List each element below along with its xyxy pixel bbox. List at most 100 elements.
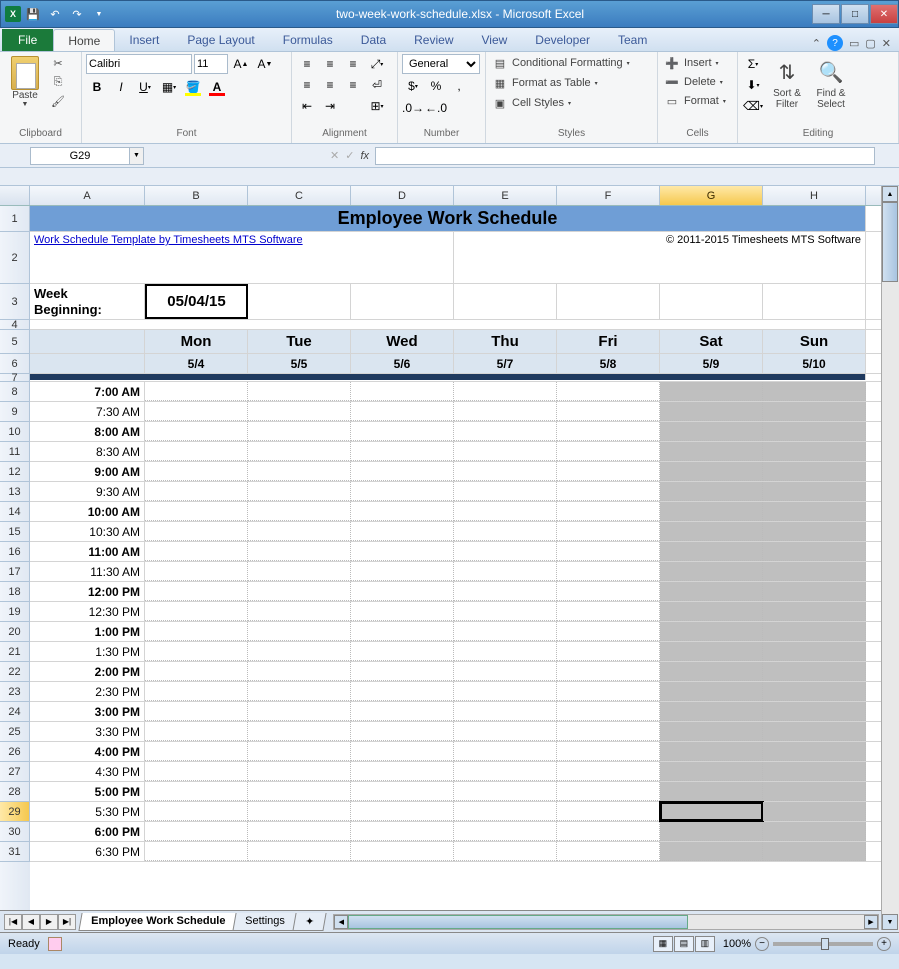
- schedule-cell-r24-c4[interactable]: [454, 702, 557, 721]
- schedule-cell-r28-c4[interactable]: [454, 782, 557, 801]
- decrease-indent-icon[interactable]: ⇤: [296, 96, 318, 116]
- copyright-text[interactable]: © 2011-2015 Timesheets MTS Software: [454, 232, 866, 283]
- schedule-cell-r10-c1[interactable]: [145, 422, 248, 441]
- schedule-cell-r30-c1[interactable]: [145, 822, 248, 841]
- schedule-cell-r14-c7[interactable]: [763, 502, 866, 521]
- fill-color-button[interactable]: 🪣: [182, 77, 204, 97]
- column-header-G[interactable]: G: [660, 186, 763, 205]
- schedule-cell-r28-c6[interactable]: [660, 782, 763, 801]
- scroll-down-icon[interactable]: ▼: [882, 914, 898, 930]
- time-label-15[interactable]: 10:30 AM: [30, 522, 145, 541]
- schedule-cell-r24-c6[interactable]: [660, 702, 763, 721]
- scroll-left-icon[interactable]: ◀: [334, 915, 348, 929]
- format-as-table-button[interactable]: ▦Format as Table ▾: [490, 74, 600, 92]
- window-ribbon-icon[interactable]: ▢: [865, 37, 875, 50]
- row-header-31[interactable]: 31: [0, 842, 30, 862]
- row-header-8[interactable]: 8: [0, 382, 30, 402]
- schedule-cell-r27-c2[interactable]: [248, 762, 351, 781]
- orientation-icon[interactable]: ⤢▾: [366, 54, 388, 74]
- schedule-cell-r26-c7[interactable]: [763, 742, 866, 761]
- schedule-cell-r22-c1[interactable]: [145, 662, 248, 681]
- schedule-cell-r29-c1[interactable]: [145, 802, 248, 821]
- schedule-cell-r12-c4[interactable]: [454, 462, 557, 481]
- time-label-30[interactable]: 6:00 PM: [30, 822, 145, 841]
- schedule-cell-r10-c3[interactable]: [351, 422, 454, 441]
- redo-icon[interactable]: ↷: [67, 4, 87, 24]
- tab-page-layout[interactable]: Page Layout: [173, 29, 268, 51]
- tab-view[interactable]: View: [468, 29, 522, 51]
- schedule-cell-r10-c4[interactable]: [454, 422, 557, 441]
- row-header-22[interactable]: 22: [0, 662, 30, 682]
- schedule-cell-r26-c3[interactable]: [351, 742, 454, 761]
- schedule-cell-r15-c4[interactable]: [454, 522, 557, 541]
- schedule-cell-r18-c2[interactable]: [248, 582, 351, 601]
- date-header-5[interactable]: 5/9: [660, 354, 763, 373]
- schedule-cell-r30-c7[interactable]: [763, 822, 866, 841]
- zoom-out-icon[interactable]: −: [755, 937, 769, 951]
- normal-view-icon[interactable]: ▦: [653, 936, 673, 952]
- schedule-cell-r12-c7[interactable]: [763, 462, 866, 481]
- schedule-cell-r31-c1[interactable]: [145, 842, 248, 861]
- schedule-cell-r13-c3[interactable]: [351, 482, 454, 501]
- schedule-cell-r12-c5[interactable]: [557, 462, 660, 481]
- schedule-cell-r8-c6[interactable]: [660, 382, 763, 401]
- row-header-18[interactable]: 18: [0, 582, 30, 602]
- tab-review[interactable]: Review: [400, 29, 467, 51]
- cells-area[interactable]: Employee Work ScheduleWork Schedule Temp…: [30, 206, 899, 910]
- comma-format-icon[interactable]: ,: [448, 76, 470, 96]
- schedule-cell-r14-c6[interactable]: [660, 502, 763, 521]
- row-header-11[interactable]: 11: [0, 442, 30, 462]
- time-label-20[interactable]: 1:00 PM: [30, 622, 145, 641]
- schedule-cell-r25-c2[interactable]: [248, 722, 351, 741]
- undo-icon[interactable]: ↶: [45, 4, 65, 24]
- decrease-decimal-icon[interactable]: ←.0: [425, 98, 447, 118]
- percent-format-icon[interactable]: %: [425, 76, 447, 96]
- minimize-ribbon-icon[interactable]: ⌃: [812, 37, 821, 50]
- bold-button[interactable]: B: [86, 77, 108, 97]
- schedule-cell-r23-c2[interactable]: [248, 682, 351, 701]
- schedule-cell-r15-c5[interactable]: [557, 522, 660, 541]
- schedule-cell-r31-c2[interactable]: [248, 842, 351, 861]
- schedule-cell-r11-c3[interactable]: [351, 442, 454, 461]
- schedule-cell-r19-c1[interactable]: [145, 602, 248, 621]
- row-header-14[interactable]: 14: [0, 502, 30, 522]
- schedule-cell-r27-c1[interactable]: [145, 762, 248, 781]
- enter-formula-icon[interactable]: ✓: [345, 149, 354, 162]
- schedule-cell-r20-c3[interactable]: [351, 622, 454, 641]
- schedule-cell-r12-c2[interactable]: [248, 462, 351, 481]
- row-header-12[interactable]: 12: [0, 462, 30, 482]
- last-sheet-icon[interactable]: ▶|: [58, 914, 76, 930]
- schedule-cell-r21-c5[interactable]: [557, 642, 660, 661]
- time-label-24[interactable]: 3:00 PM: [30, 702, 145, 721]
- date-header-4[interactable]: 5/8: [557, 354, 660, 373]
- align-right-icon[interactable]: ≡: [342, 75, 364, 95]
- row-header-25[interactable]: 25: [0, 722, 30, 742]
- next-sheet-icon[interactable]: ▶: [40, 914, 58, 930]
- schedule-cell-r24-c1[interactable]: [145, 702, 248, 721]
- schedule-cell-r8-c2[interactable]: [248, 382, 351, 401]
- schedule-cell-r9-c6[interactable]: [660, 402, 763, 421]
- font-size-combo[interactable]: [194, 54, 228, 74]
- row-header-29[interactable]: 29: [0, 802, 30, 822]
- align-middle-icon[interactable]: ≡: [319, 54, 341, 74]
- name-box[interactable]: G29: [30, 147, 130, 165]
- schedule-cell-r29-c5[interactable]: [557, 802, 660, 821]
- help-icon[interactable]: ?: [827, 35, 843, 51]
- schedule-cell-r28-c7[interactable]: [763, 782, 866, 801]
- column-header-A[interactable]: A: [30, 186, 145, 205]
- schedule-cell-r18-c3[interactable]: [351, 582, 454, 601]
- fx-icon[interactable]: fx: [360, 150, 369, 162]
- page-break-view-icon[interactable]: ▥: [695, 936, 715, 952]
- time-label-18[interactable]: 12:00 PM: [30, 582, 145, 601]
- schedule-cell-r23-c7[interactable]: [763, 682, 866, 701]
- date-header-0[interactable]: 5/4: [145, 354, 248, 373]
- day-header-tue[interactable]: Tue: [248, 330, 351, 353]
- schedule-cell-r16-c6[interactable]: [660, 542, 763, 561]
- align-center-icon[interactable]: ≡: [319, 75, 341, 95]
- schedule-cell-r30-c2[interactable]: [248, 822, 351, 841]
- file-tab[interactable]: File: [2, 29, 53, 51]
- schedule-cell-r9-c7[interactable]: [763, 402, 866, 421]
- schedule-cell-r24-c5[interactable]: [557, 702, 660, 721]
- schedule-cell-r26-c1[interactable]: [145, 742, 248, 761]
- row-header-10[interactable]: 10: [0, 422, 30, 442]
